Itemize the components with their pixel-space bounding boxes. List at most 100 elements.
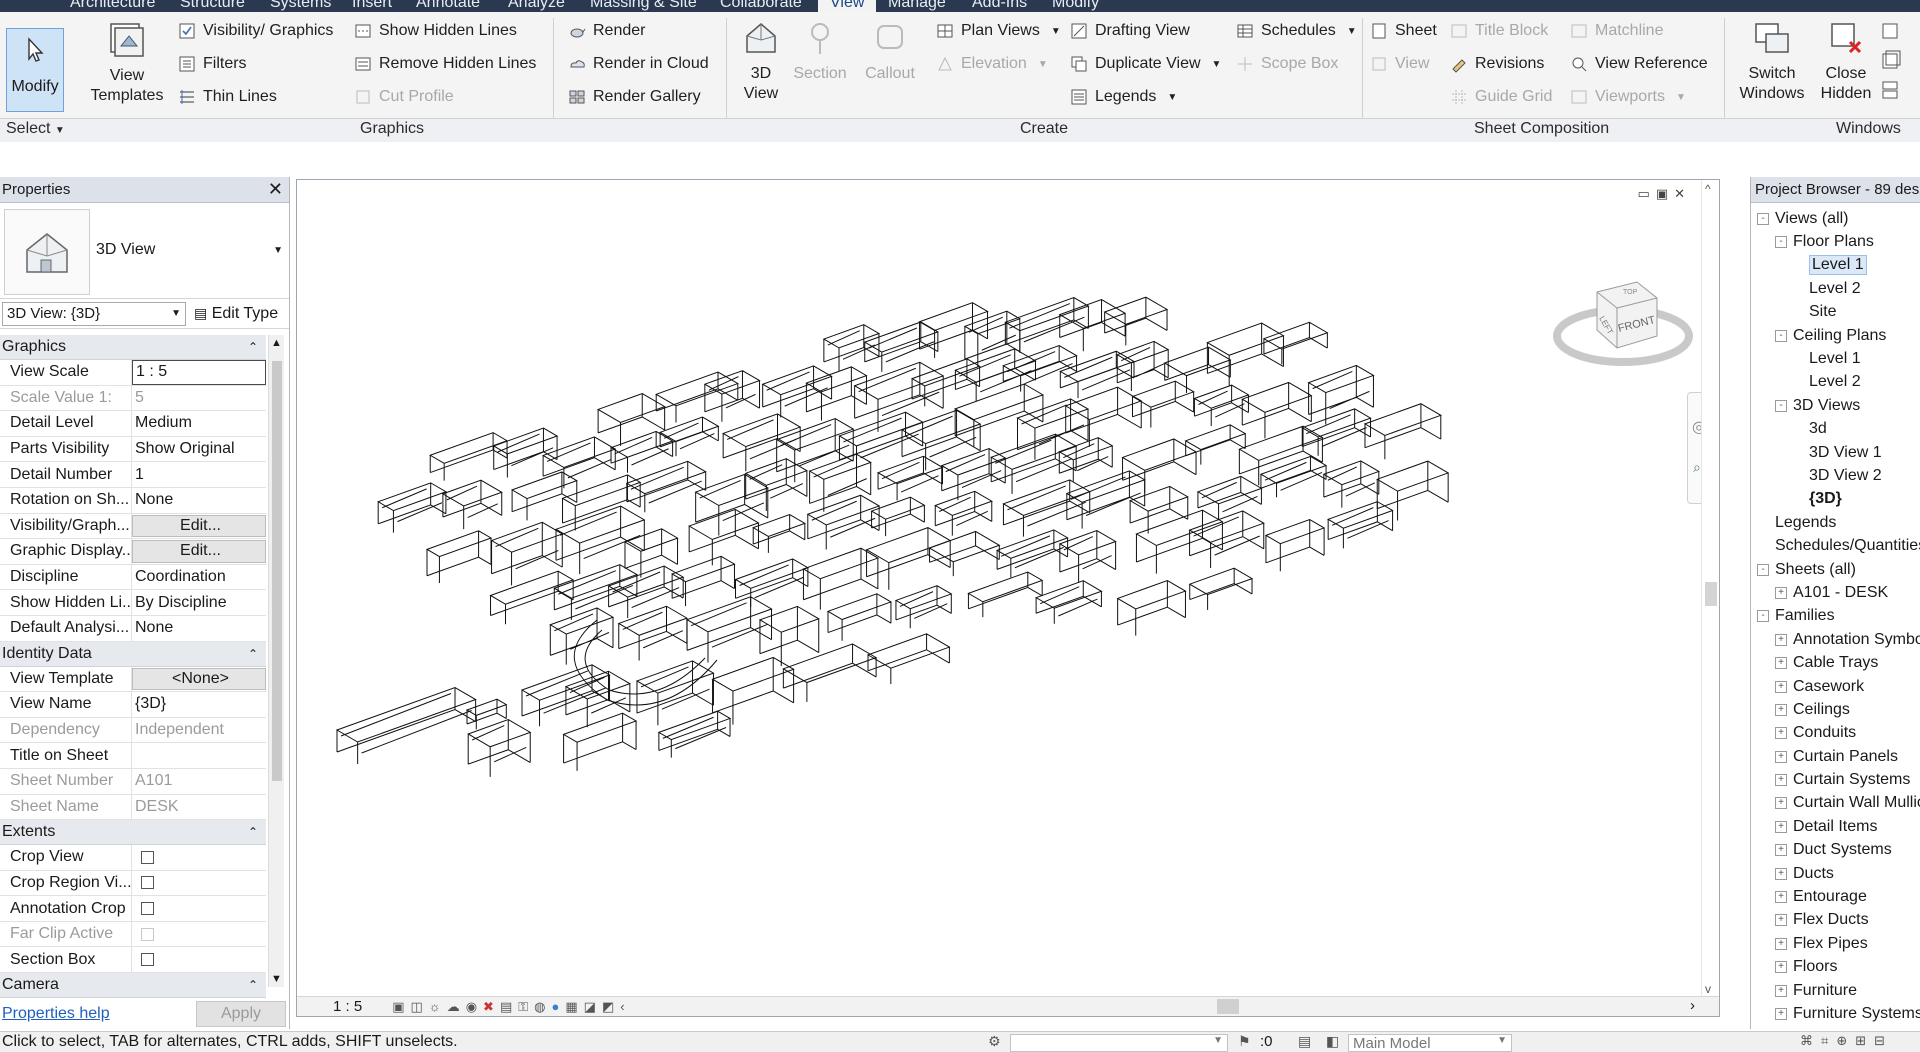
visual-style-icon[interactable]: ◫ bbox=[410, 999, 422, 1015]
furniture-wireframe[interactable] bbox=[758, 605, 820, 667]
visibility-graphics-button[interactable]: Visibility/ Graphics bbox=[178, 22, 333, 40]
furniture-wireframe[interactable] bbox=[561, 474, 642, 531]
chevron-down-icon[interactable]: v bbox=[1705, 982, 1711, 996]
prop-row[interactable]: View Name {3D} bbox=[0, 692, 266, 718]
furniture-wireframe[interactable] bbox=[1322, 460, 1380, 508]
expand-icon[interactable]: + bbox=[1775, 867, 1787, 880]
browser-node[interactable]: + Casework bbox=[1751, 675, 1920, 698]
prop-row[interactable]: Default Analysi... None bbox=[0, 615, 266, 642]
collapse-icon[interactable]: - bbox=[1775, 236, 1787, 249]
furniture-wireframe[interactable] bbox=[657, 710, 732, 758]
3d-view-button[interactable]: 3D View bbox=[734, 18, 788, 104]
furniture-wireframe[interactable] bbox=[562, 712, 638, 771]
expand-icon[interactable]: + bbox=[1775, 657, 1787, 670]
browser-node[interactable]: - Floor Plans bbox=[1751, 230, 1920, 253]
furniture-wireframe[interactable] bbox=[467, 719, 532, 777]
scrollbar-thumb[interactable] bbox=[1705, 582, 1717, 606]
design-option-dropdown[interactable]: Main Model ▼ bbox=[1348, 1034, 1512, 1052]
furniture-wireframe[interactable] bbox=[866, 633, 951, 685]
expand-icon[interactable]: + bbox=[1775, 633, 1787, 646]
expand-icon[interactable]: + bbox=[1775, 961, 1787, 974]
furniture-wireframe[interactable] bbox=[934, 490, 993, 536]
sun-path-icon[interactable]: ☼ bbox=[429, 999, 441, 1015]
section-camera[interactable]: Camera ⌃ bbox=[0, 973, 266, 999]
remove-hidden-lines-button[interactable]: Remove Hidden Lines bbox=[354, 55, 536, 73]
view-templates-button[interactable]: View Templates bbox=[88, 20, 166, 106]
furniture-wireframe[interactable] bbox=[658, 416, 720, 457]
browser-node[interactable]: + Furniture Systems bbox=[1751, 1002, 1920, 1025]
furniture-wireframe[interactable] bbox=[425, 530, 493, 583]
browser-node[interactable]: - Families bbox=[1751, 605, 1920, 628]
tab-insert[interactable]: Insert bbox=[352, 0, 392, 12]
viewports-button[interactable]: Viewports ▼ bbox=[1570, 88, 1686, 106]
select-panel-title[interactable]: Select ▼ bbox=[6, 120, 65, 138]
chevron-down-icon[interactable]: ▼ bbox=[273, 245, 283, 256]
furniture-wireframe[interactable] bbox=[806, 494, 881, 550]
view-scale-field[interactable]: 1 : 5 bbox=[132, 360, 266, 385]
section-graphics[interactable]: Graphics ⌃ bbox=[0, 335, 266, 360]
furniture-wireframe[interactable] bbox=[1206, 322, 1285, 387]
prop-row[interactable]: Section Box bbox=[0, 947, 266, 974]
furniture-wireframe[interactable] bbox=[1116, 340, 1170, 392]
expand-icon[interactable]: + bbox=[1775, 680, 1787, 693]
prop-row[interactable]: View Template <None> bbox=[0, 666, 266, 693]
furniture-wireframe[interactable] bbox=[865, 527, 952, 590]
detail-level-icon[interactable]: ▣ bbox=[392, 999, 404, 1015]
furniture-wireframe[interactable] bbox=[1004, 297, 1090, 354]
tab-massing-site[interactable]: Massing & Site bbox=[590, 0, 697, 12]
render-in-cloud-button[interactable]: Render in Cloud bbox=[568, 55, 709, 73]
furniture-wireframe[interactable] bbox=[928, 530, 1001, 577]
expand-icon[interactable]: + bbox=[1775, 1007, 1787, 1020]
prop-row[interactable]: Graphic Display... Edit... bbox=[0, 539, 266, 565]
callout-button[interactable]: Callout bbox=[858, 18, 922, 84]
furniture-wireframe[interactable] bbox=[492, 427, 559, 478]
collapse-icon[interactable]: - bbox=[1775, 329, 1787, 342]
furniture-wireframe[interactable] bbox=[465, 698, 508, 730]
browser-node[interactable]: + Floors bbox=[1751, 956, 1920, 979]
analytical-model-icon[interactable]: ▦ bbox=[565, 999, 577, 1015]
prop-row[interactable]: Title on Sheet bbox=[0, 743, 266, 769]
prop-row[interactable]: Show Hidden Li... By Discipline bbox=[0, 590, 266, 616]
furniture-wireframe[interactable] bbox=[711, 656, 795, 725]
browser-node[interactable]: - Ceiling Plans bbox=[1751, 324, 1920, 347]
expand-icon[interactable]: + bbox=[1775, 984, 1787, 997]
furniture-wireframe[interactable] bbox=[805, 366, 868, 421]
furniture-wireframe[interactable] bbox=[734, 558, 810, 608]
tab-modify[interactable]: Modify bbox=[1052, 0, 1099, 12]
furniture-wireframe[interactable] bbox=[1163, 346, 1232, 394]
tab-manage[interactable]: Manage bbox=[888, 0, 946, 12]
highlight-displacement-icon[interactable]: ◪ bbox=[584, 999, 596, 1015]
furniture-wireframe[interactable] bbox=[752, 513, 807, 553]
title-block-button[interactable]: Title Block bbox=[1450, 22, 1548, 40]
editable-only-icon[interactable]: ⚑ bbox=[1238, 1033, 1251, 1050]
furniture-wireframe[interactable] bbox=[1301, 408, 1372, 456]
chevron-down-icon[interactable]: ▼ bbox=[271, 973, 282, 985]
furniture-wireframe[interactable] bbox=[1307, 364, 1375, 425]
section-identity-data[interactable]: Identity Data ⌃ bbox=[0, 641, 266, 667]
scroll-right-icon[interactable]: › bbox=[1690, 997, 1695, 1014]
expand-icon[interactable]: + bbox=[1775, 797, 1787, 810]
browser-node[interactable]: Level 1 bbox=[1751, 347, 1920, 370]
legends-button[interactable]: Legends ▼ bbox=[1070, 88, 1177, 106]
furniture-wireframe[interactable] bbox=[1264, 519, 1326, 572]
browser-node[interactable]: + A101 - DESK bbox=[1751, 581, 1920, 604]
furniture-wireframe[interactable] bbox=[1103, 296, 1169, 346]
furniture-wireframe[interactable] bbox=[1326, 501, 1394, 549]
properties-scrollbar[interactable]: ▲ ▼ bbox=[268, 335, 284, 987]
selection-toggle-icons[interactable]: ⌘⌗⊕⊞⊟ bbox=[1800, 1033, 1893, 1049]
collapse-icon[interactable]: - bbox=[1757, 563, 1769, 576]
browser-node[interactable]: + Ducts bbox=[1751, 862, 1920, 885]
furniture-wireframe[interactable] bbox=[1193, 384, 1250, 426]
furniture-wireframe[interactable] bbox=[541, 436, 617, 489]
expand-icon[interactable]: + bbox=[1775, 703, 1787, 716]
sheet-button[interactable]: Sheet bbox=[1370, 22, 1437, 40]
expand-icon[interactable]: + bbox=[1775, 750, 1787, 763]
browser-node[interactable]: Level 1 bbox=[1751, 254, 1920, 277]
constraints-icon[interactable]: ◩ bbox=[602, 999, 614, 1015]
tab-collaborate[interactable]: Collaborate bbox=[720, 0, 802, 12]
furniture-wireframe[interactable] bbox=[703, 370, 761, 422]
browser-node[interactable]: Legends bbox=[1751, 511, 1920, 534]
unlocked-3d-icon[interactable]: ⚿ bbox=[518, 999, 528, 1015]
prop-row[interactable]: Discipline Coordination bbox=[0, 564, 266, 591]
reveal-hidden-icon[interactable]: ● bbox=[552, 999, 560, 1015]
